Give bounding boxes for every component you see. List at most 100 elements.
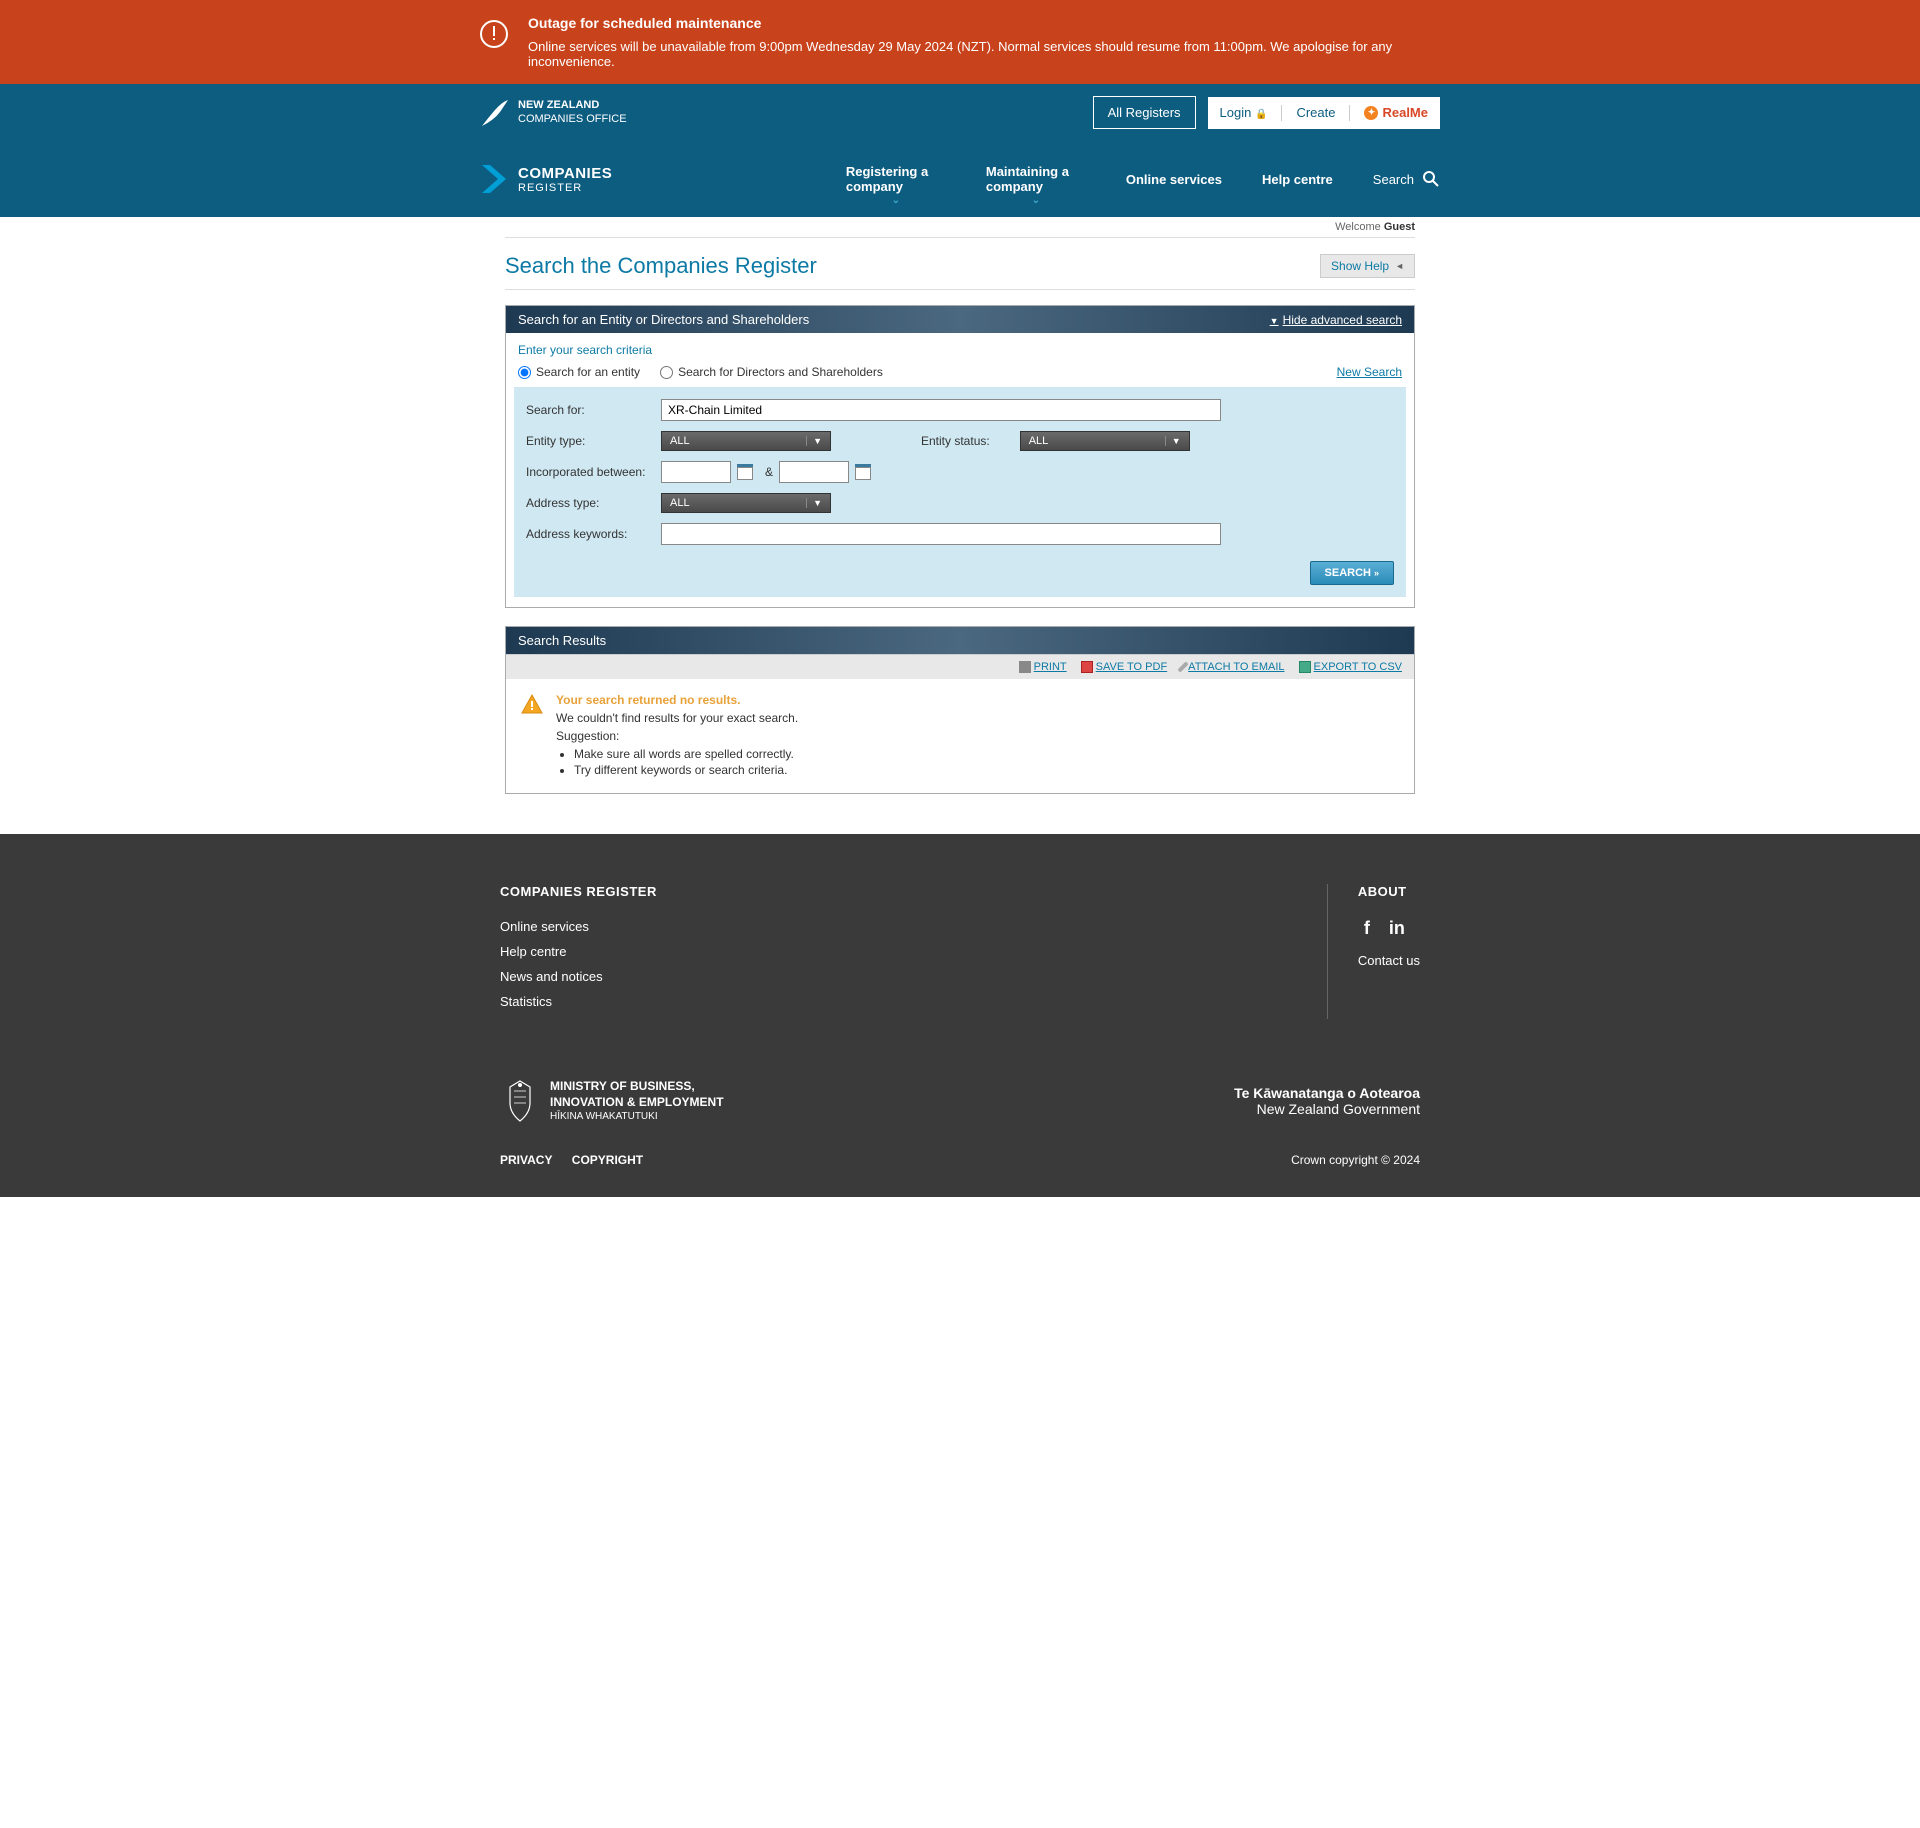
show-help-button[interactable]: Show Help ◄ — [1320, 254, 1415, 278]
label-entity-type: Entity type: — [526, 434, 661, 448]
calendar-icon[interactable] — [855, 464, 871, 480]
search-panel-header: Search for an Entity or Directors and Sh… — [506, 306, 1414, 333]
label-incorporated: Incorporated between: — [526, 465, 661, 479]
footer-link-help-centre[interactable]: Help centre — [500, 944, 657, 959]
fern-icon — [480, 98, 510, 128]
footer-link-statistics[interactable]: Statistics — [500, 994, 657, 1009]
dropdown-arrow-icon: ▼ — [806, 436, 822, 446]
privacy-link[interactable]: PRIVACY — [500, 1153, 552, 1167]
footer-link-contact[interactable]: Contact us — [1358, 953, 1420, 968]
alert-title: Outage for scheduled maintenance — [528, 15, 1440, 31]
results-panel: Search Results PRINT SAVE TO PDF ATTACH … — [505, 626, 1415, 794]
copyright-link[interactable]: COPYRIGHT — [572, 1153, 643, 1167]
search-button[interactable]: SEARCH» — [1310, 561, 1394, 585]
dropdown-arrow-icon: ▼ — [1165, 436, 1181, 446]
suggestion-item: Try different keywords or search criteri… — [574, 763, 798, 777]
nav-registering[interactable]: Registering a company⌄ — [846, 164, 946, 194]
new-search-link[interactable]: New Search — [1337, 365, 1402, 379]
footer: COMPANIES REGISTER Online services Help … — [0, 834, 1920, 1197]
main-nav: COMPANIES REGISTER Registering a company… — [0, 141, 1920, 217]
label-search-for: Search for: — [526, 403, 661, 417]
criteria-label: Enter your search criteria — [506, 333, 1414, 361]
calendar-icon[interactable] — [737, 464, 753, 480]
label-address-keywords: Address keywords: — [526, 527, 661, 541]
login-link[interactable]: Login 🔒 — [1220, 105, 1268, 120]
date-from-input[interactable] — [661, 461, 731, 483]
nz-companies-office-logo[interactable]: NEW ZEALAND COMPANIES OFFICE — [480, 98, 627, 128]
linkedin-icon[interactable]: in — [1388, 919, 1406, 937]
search-panel: Search for an Entity or Directors and Sh… — [505, 305, 1415, 608]
nav-search[interactable]: Search — [1373, 170, 1440, 188]
nav-online-services[interactable]: Online services — [1126, 172, 1222, 187]
entity-status-dropdown[interactable]: ALL ▼ — [1020, 431, 1190, 451]
nav-help-centre[interactable]: Help centre — [1262, 172, 1333, 187]
ampersand: & — [765, 465, 773, 479]
footer-col1-title: COMPANIES REGISTER — [500, 884, 657, 899]
no-results-text: We couldn't find results for your exact … — [556, 711, 798, 725]
save-pdf-link[interactable]: SAVE TO PDF — [1081, 661, 1168, 673]
footer-link-online-services[interactable]: Online services — [500, 919, 657, 934]
alert-banner: Outage for scheduled maintenance Online … — [0, 0, 1920, 84]
suggestion-label: Suggestion: — [556, 729, 798, 743]
address-keywords-input[interactable] — [661, 523, 1221, 545]
label-entity-status: Entity status: — [921, 434, 990, 448]
suggestion-item: Make sure all words are spelled correctl… — [574, 747, 798, 761]
export-csv-link[interactable]: EXPORT TO CSV — [1299, 661, 1402, 673]
attach-icon — [1178, 661, 1189, 672]
realme-link[interactable]: ✦ RealMe — [1364, 105, 1428, 120]
mbie-line1: MINISTRY OF BUSINESS, — [550, 1079, 724, 1095]
mbie-logo[interactable]: MINISTRY OF BUSINESS, INNOVATION & EMPLO… — [500, 1079, 724, 1123]
date-to-input[interactable] — [779, 461, 849, 483]
radio-directors-input[interactable] — [660, 366, 673, 379]
search-icon — [1422, 170, 1440, 188]
logo-text-2: COMPANIES OFFICE — [518, 113, 627, 126]
chevron-down-icon: ⌄ — [1032, 195, 1040, 206]
facebook-icon[interactable]: f — [1358, 919, 1376, 937]
hide-advanced-link[interactable]: ▼Hide advanced search — [1270, 313, 1402, 327]
attach-email-link[interactable]: ATTACH TO EMAIL — [1181, 661, 1284, 673]
dropdown-arrow-icon: ▼ — [806, 498, 822, 508]
mbie-line2: INNOVATION & EMPLOYMENT — [550, 1095, 724, 1111]
no-results-message: Your search returned no results. We coul… — [506, 679, 1414, 793]
cr-logo-line2: REGISTER — [518, 182, 612, 194]
coat-of-arms-icon — [500, 1079, 540, 1123]
results-header: Search Results — [506, 627, 1414, 654]
page-title: Search the Companies Register — [505, 253, 817, 279]
mbie-line3: HĪKINA WHAKATUTUKI — [550, 1110, 724, 1123]
nzgov-line2: New Zealand Government — [1234, 1101, 1420, 1117]
welcome-bar: Welcome Guest — [505, 217, 1415, 238]
nav-maintaining[interactable]: Maintaining a company⌄ — [986, 164, 1086, 194]
results-toolbar: PRINT SAVE TO PDF ATTACH TO EMAIL EXPORT… — [506, 654, 1414, 679]
triangle-down-icon: ▼ — [1270, 316, 1279, 326]
lock-icon: 🔒 — [1255, 109, 1267, 120]
warning-icon — [520, 693, 544, 717]
no-results-title: Your search returned no results. — [556, 693, 798, 707]
search-for-input[interactable] — [661, 399, 1221, 421]
print-icon — [1019, 661, 1031, 673]
print-link[interactable]: PRINT — [1019, 661, 1067, 673]
alert-text: Online services will be unavailable from… — [528, 39, 1440, 69]
radio-search-directors[interactable]: Search for Directors and Shareholders — [660, 365, 883, 379]
address-type-dropdown[interactable]: ALL ▼ — [661, 493, 831, 513]
nz-government: Te Kāwanatanga o Aotearoa New Zealand Go… — [1234, 1085, 1420, 1117]
all-registers-button[interactable]: All Registers — [1093, 96, 1196, 129]
nzgov-line1: Te Kāwanatanga o Aotearoa — [1234, 1085, 1420, 1101]
radio-entity-input[interactable] — [518, 366, 531, 379]
create-link[interactable]: Create — [1296, 105, 1335, 120]
top-header: NEW ZEALAND COMPANIES OFFICE All Registe… — [0, 84, 1920, 141]
pdf-icon — [1081, 661, 1093, 673]
radio-search-entity[interactable]: Search for an entity — [518, 365, 640, 379]
login-box: Login 🔒 Create ✦ RealMe — [1208, 97, 1440, 129]
chevron-logo-icon — [480, 161, 510, 197]
companies-register-logo[interactable]: COMPANIES REGISTER — [480, 161, 612, 197]
chevron-down-icon: ⌄ — [892, 195, 900, 206]
label-address-type: Address type: — [526, 496, 661, 510]
footer-link-news[interactable]: News and notices — [500, 969, 657, 984]
realme-icon: ✦ — [1364, 106, 1378, 120]
triangle-left-icon: ◄ — [1395, 261, 1404, 271]
entity-type-dropdown[interactable]: ALL ▼ — [661, 431, 831, 451]
csv-icon — [1299, 661, 1311, 673]
search-form: Search for: Entity type: ALL ▼ Entity st… — [514, 387, 1406, 597]
double-chevron-icon: » — [1374, 568, 1379, 578]
footer-col2-title: ABOUT — [1358, 884, 1420, 899]
